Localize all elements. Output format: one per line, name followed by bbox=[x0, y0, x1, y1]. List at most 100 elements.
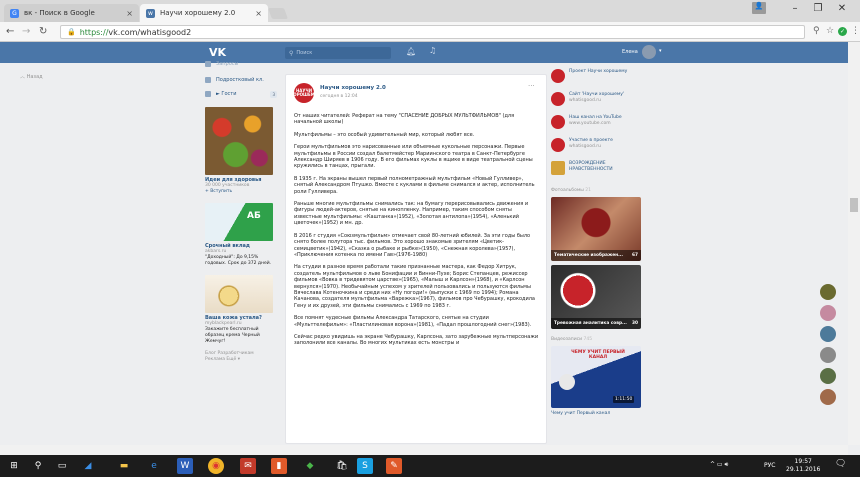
forward-arrow-icon[interactable]: → bbox=[22, 26, 30, 37]
minimize-icon[interactable]: – bbox=[785, 3, 805, 14]
footer-links[interactable]: Реклама Ещё ▾ bbox=[205, 357, 277, 363]
profile-icon[interactable]: 👤 bbox=[752, 2, 766, 14]
right-column: Проект Научи хорошему Сайт 'Научи хороше… bbox=[551, 63, 648, 443]
horizontal-scrollbar[interactable] bbox=[0, 445, 848, 455]
app-icon[interactable]: ◆ bbox=[302, 458, 318, 474]
sidebar-item-requests[interactable]: Запросы bbox=[205, 59, 277, 69]
photos-count: 21 bbox=[585, 188, 591, 193]
sidebar-item-label: Подростковый кл. bbox=[216, 77, 264, 83]
ad-image-vegetables[interactable] bbox=[205, 107, 273, 175]
avatar-text: НАУЧИ ХОРОШЕМУ bbox=[290, 88, 318, 97]
more-options-icon[interactable]: ··· bbox=[528, 82, 535, 90]
ad-image-cream[interactable] bbox=[205, 275, 273, 313]
post-date[interactable]: сегодня в 12:04 bbox=[320, 94, 358, 99]
menu-dots-icon[interactable]: ⋮ bbox=[851, 26, 860, 36]
sidebar-item-guests[interactable]: ► Гости 3 bbox=[205, 87, 277, 101]
tab-vk-page[interactable]: w Научи хорошему 2.0 × bbox=[140, 4, 268, 22]
vk-header: VK ⚲ Поиск 🔔︎ ♫ Елена ▾ bbox=[0, 42, 848, 63]
link-avatar bbox=[551, 161, 565, 175]
album-thematic[interactable]: Тематические изображен... 67 bbox=[551, 197, 641, 261]
file-explorer-icon[interactable]: ▬ bbox=[116, 458, 132, 474]
video-thumbnail[interactable]: ЧЕМУ УЧИТ ПЕРВЫЙ КАНАЛ 1:11:50 bbox=[551, 346, 641, 408]
store-icon[interactable]: 🛍︎ bbox=[334, 458, 350, 474]
channel-logo bbox=[559, 374, 575, 390]
new-tab-button[interactable] bbox=[267, 8, 289, 19]
link-project[interactable]: Проект Научи хорошему bbox=[551, 69, 648, 86]
video-title[interactable]: Чему учит Первый канал bbox=[551, 411, 648, 416]
bell-icon[interactable]: 🔔︎ bbox=[406, 47, 416, 56]
friend-avatar[interactable] bbox=[820, 347, 836, 363]
edge-icon[interactable]: e bbox=[146, 458, 162, 474]
photos-header[interactable]: Фотоальбомы 21 bbox=[551, 188, 648, 193]
extension-check-icon[interactable]: ✓ bbox=[838, 27, 847, 36]
album-analytics[interactable]: Тревожная аналитика совр... 30 bbox=[551, 265, 641, 329]
link-title: Участие в проекте bbox=[569, 138, 613, 143]
join-link[interactable]: + Вступить bbox=[205, 189, 277, 195]
friend-avatar[interactable] bbox=[820, 368, 836, 384]
notification-icon[interactable]: 🗨︎ bbox=[835, 459, 846, 469]
bank-logo: AБ bbox=[247, 211, 261, 221]
vk-logo[interactable]: VK bbox=[209, 46, 226, 59]
link-sub: whatisgood.ru bbox=[569, 97, 602, 103]
video-channel-title: ЧЕМУ УЧИТ ПЕРВЫЙ КАНАЛ bbox=[571, 350, 625, 360]
language-indicator[interactable]: РУС bbox=[764, 462, 775, 469]
windows-start-icon[interactable]: ⊞ bbox=[6, 458, 22, 474]
zoom-icon[interactable]: ⚲ bbox=[813, 26, 820, 36]
star-icon[interactable]: ☆ bbox=[826, 26, 834, 36]
close-icon[interactable]: × bbox=[126, 9, 133, 18]
close-icon[interactable]: × bbox=[255, 9, 262, 18]
search-input[interactable]: ⚲ Поиск bbox=[285, 47, 391, 59]
link-avatar bbox=[551, 138, 565, 152]
friend-avatar[interactable] bbox=[820, 284, 836, 300]
post-paragraph: В 2016 г студия «Союзмультфильм» отмечае… bbox=[294, 232, 531, 258]
mail-icon[interactable]: ✉ bbox=[240, 458, 256, 474]
link-title: Сайт 'Научи хорошему' bbox=[569, 92, 625, 97]
album-title: Тематические изображен... bbox=[554, 253, 623, 258]
clock-date: 29.11.2016 bbox=[786, 466, 821, 473]
wall-post: НАУЧИ ХОРОШЕМУ Научи хорошему 2.0 сегодн… bbox=[285, 74, 547, 444]
link-revival[interactable]: ВОЗРОЖДЕНИЕ НРАВСТВЕННОСТИ bbox=[551, 161, 648, 178]
post-paragraph: Герои мультфильмов это нарисованные или … bbox=[294, 144, 533, 170]
tab-google-search[interactable]: G вк - Поиск в Google × bbox=[4, 4, 139, 22]
link-youtube[interactable]: Наш канал на YouTube www.youtube.com bbox=[551, 115, 648, 132]
close-window-icon[interactable]: ✕ bbox=[832, 3, 852, 14]
group-icon bbox=[205, 77, 211, 83]
music-icon[interactable]: ♫ bbox=[429, 46, 436, 55]
link-site[interactable]: Сайт 'Научи хорошему' whatisgood.ru bbox=[551, 92, 648, 109]
sidebar-item-label: Запросы bbox=[216, 61, 239, 67]
task-view-icon[interactable]: ▭ bbox=[54, 458, 70, 474]
friend-avatar[interactable] bbox=[820, 326, 836, 342]
sidebar-item-teen-club[interactable]: Подростковый кл. bbox=[205, 73, 277, 87]
album-caption: Тревожная аналитика совр... 30 bbox=[551, 318, 641, 329]
search-icon[interactable]: ⚲ bbox=[30, 458, 46, 474]
avatar[interactable] bbox=[642, 45, 656, 59]
user-name[interactable]: Елена bbox=[622, 49, 638, 55]
post-avatar[interactable]: НАУЧИ ХОРОШЕМУ bbox=[290, 83, 318, 103]
app-icon[interactable]: ▮ bbox=[271, 458, 287, 474]
app-icon[interactable]: ◢ bbox=[80, 458, 96, 474]
ad-image-bank[interactable]: AБ bbox=[205, 203, 273, 241]
restore-icon[interactable]: ❐ bbox=[808, 3, 828, 14]
paint-icon[interactable]: ✎ bbox=[386, 458, 402, 474]
scrollbar-thumb[interactable] bbox=[850, 198, 858, 212]
url-input[interactable]: 🔒 https://vk.com/whatisgood2 bbox=[60, 25, 805, 39]
chevron-down-icon[interactable]: ▾ bbox=[659, 48, 662, 54]
friend-avatar[interactable] bbox=[820, 389, 836, 405]
post-paragraph: На студии в разное время работали такие … bbox=[294, 264, 535, 309]
word-icon[interactable]: W bbox=[177, 458, 193, 474]
post-author[interactable]: Научи хорошему 2.0 bbox=[320, 85, 386, 91]
videos-header[interactable]: Видеозаписи 745 bbox=[551, 337, 648, 342]
reload-icon[interactable]: ↻ bbox=[39, 26, 47, 37]
back-arrow-icon[interactable]: ← bbox=[6, 26, 14, 37]
left-footer: Блог Разработчикам Реклама Ещё ▾ bbox=[205, 351, 277, 363]
vertical-scrollbar[interactable] bbox=[848, 42, 860, 445]
photos-label: Фотоальбомы bbox=[551, 188, 584, 193]
link-sub: whatisgood.ru bbox=[569, 143, 602, 149]
friend-avatar[interactable] bbox=[820, 305, 836, 321]
back-link[interactable]: ︿ Назад bbox=[20, 73, 43, 80]
skype-icon[interactable]: S bbox=[357, 458, 373, 474]
system-tray-icons[interactable]: ^ ▭ 🔊︎ bbox=[710, 461, 728, 469]
clock[interactable]: 19:57 29.11.2016 bbox=[786, 458, 820, 474]
chrome-icon[interactable]: ◉ bbox=[208, 458, 224, 474]
link-participate[interactable]: Участие в проекте whatisgood.ru bbox=[551, 138, 648, 155]
